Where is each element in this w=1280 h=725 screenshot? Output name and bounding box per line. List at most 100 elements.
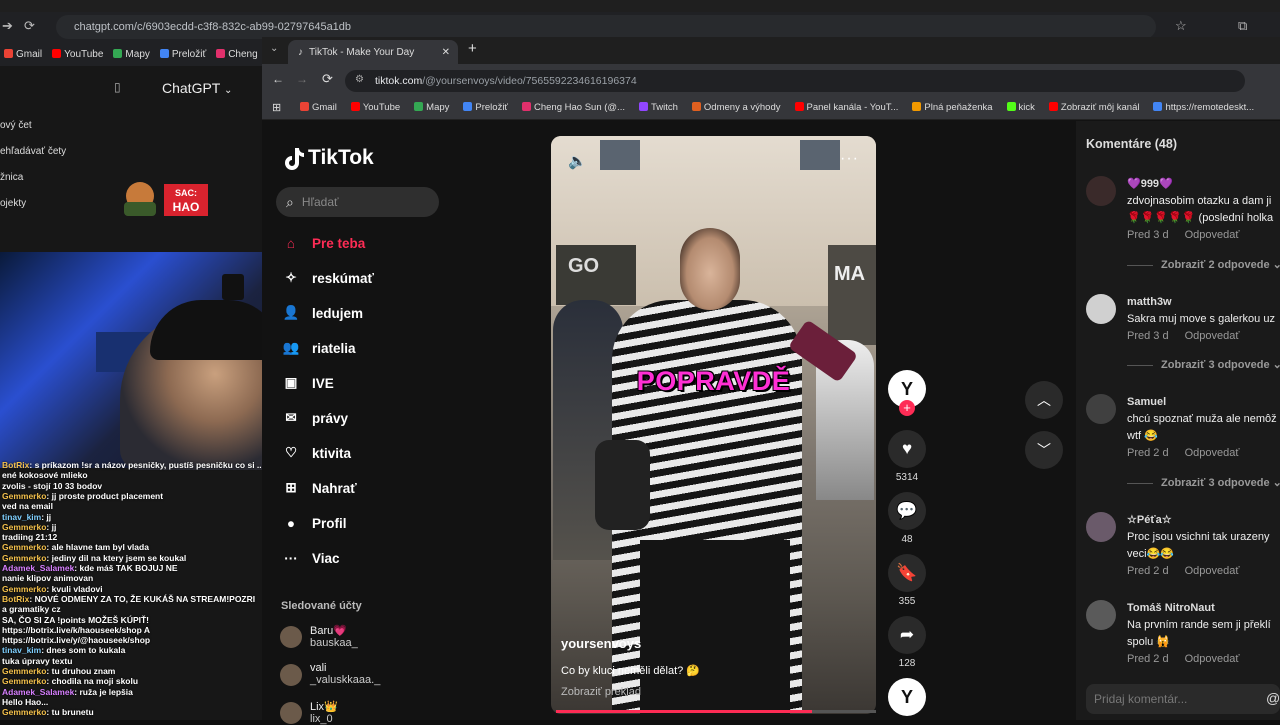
more-options-icon[interactable]: ··· bbox=[840, 150, 859, 168]
bookmark-gmail[interactable]: Gmail bbox=[4, 48, 42, 60]
bookmark-item[interactable]: Twitch bbox=[638, 102, 678, 113]
nav-item-messages[interactable]: ✉ právy bbox=[282, 409, 348, 427]
video-progress-bar[interactable] bbox=[556, 710, 876, 713]
tab-tiktok[interactable]: ♪ TikTok - Make Your Day ✕ bbox=[288, 40, 458, 64]
chatgpt-search-chats[interactable]: ehľadávať čety bbox=[0, 146, 66, 157]
mention-icon[interactable]: @ bbox=[1266, 690, 1280, 706]
previous-video-button[interactable]: ︿ bbox=[1025, 381, 1063, 419]
site-info-icon[interactable]: ⚙ bbox=[355, 74, 364, 85]
follow-plus-icon[interactable]: + bbox=[899, 400, 915, 416]
nav-item-following[interactable]: 👤 ledujem bbox=[282, 304, 363, 322]
chat-message: BotRix: NOVÉ ODMENY ZA TO, ŽE KUKÁŠ NA S… bbox=[2, 594, 255, 604]
comment-time: Pred 3 d bbox=[1127, 330, 1169, 342]
chatgpt-new-chat[interactable]: ový čet bbox=[0, 120, 32, 131]
nav-item-compass[interactable]: ✧ reskúmať bbox=[282, 269, 374, 287]
tiktok-search-input[interactable]: ⌕ Hľadať bbox=[276, 187, 439, 217]
comment-username[interactable]: 💜999💜 bbox=[1127, 176, 1280, 193]
close-tab-icon[interactable]: ✕ bbox=[442, 47, 450, 58]
bookmark-item[interactable]: Zobraziť môj kanál bbox=[1048, 102, 1139, 113]
nav-item-live[interactable]: ▣ IVE bbox=[282, 374, 334, 392]
chat-username: tinav_kim bbox=[2, 511, 42, 522]
back-icon[interactable]: ← bbox=[272, 72, 284, 86]
sidebar-toggle-icon[interactable]: ▯ bbox=[114, 80, 121, 94]
bookmark-item[interactable]: https://remotedeskt... bbox=[1153, 102, 1254, 113]
bookmark-item[interactable]: Panel kanála - YouT... bbox=[794, 102, 898, 113]
chat-message: Adamek_Salamek: kde máš TAK BOJUJ NE bbox=[2, 563, 178, 573]
comment-username[interactable]: matth3w bbox=[1127, 294, 1280, 311]
bookmark-item[interactable]: Gmail bbox=[300, 102, 337, 113]
chatgpt-projects[interactable]: ojekty bbox=[0, 198, 26, 209]
video-username[interactable]: yoursenvoys bbox=[561, 636, 641, 651]
new-tab-icon[interactable]: + bbox=[468, 40, 477, 57]
avatar[interactable] bbox=[1086, 176, 1116, 206]
inner-url-field[interactable]: ⚙ tiktok.com/@yoursenvoys/video/75655922… bbox=[345, 70, 1245, 92]
nav-item-friends[interactable]: 👥 riatelia bbox=[282, 339, 356, 357]
comment-button[interactable]: 💬 48 bbox=[888, 492, 926, 545]
avatar[interactable] bbox=[1086, 294, 1116, 324]
tiktok-logo[interactable]: TikTok bbox=[282, 146, 374, 170]
view-replies-link[interactable]: Zobraziť 3 odpovede ⌄ bbox=[1127, 358, 1280, 371]
bookmark-translate[interactable]: Preložiť bbox=[159, 48, 206, 60]
extensions-icon[interactable]: ⧉ bbox=[1238, 18, 1247, 34]
save-button[interactable]: 🔖 355 bbox=[888, 554, 926, 607]
reply-link[interactable]: Odpovedať bbox=[1185, 447, 1240, 459]
chat-username: Gemmerko bbox=[2, 521, 47, 532]
like-button[interactable]: ♥ 5314 bbox=[888, 430, 926, 483]
bookmark-item[interactable]: Plná peňaženka bbox=[912, 102, 993, 113]
bookmark-mapy[interactable]: Mapy bbox=[113, 48, 150, 60]
nav-item-more[interactable]: ··· Viac bbox=[282, 549, 339, 567]
bookmark-item[interactable]: Preložiť bbox=[463, 102, 508, 113]
chatgpt-library[interactable]: žnica bbox=[0, 172, 23, 183]
volume-icon[interactable]: 🔈 bbox=[568, 152, 587, 170]
reload-icon[interactable]: ⟳ bbox=[322, 71, 333, 87]
nav-item-upload[interactable]: ⊞ Nahrať bbox=[282, 479, 356, 497]
chatgpt-model-selector[interactable]: ChatGPT ⌄ bbox=[162, 80, 232, 96]
chevron-down-icon: ﹀ bbox=[1037, 442, 1051, 458]
tab-list-icon[interactable]: ⌄ bbox=[270, 43, 278, 54]
comment-username[interactable]: ☆Péťa☆ bbox=[1127, 512, 1280, 529]
view-replies-link[interactable]: Zobraziť 3 odpovede ⌄ bbox=[1127, 476, 1280, 489]
reply-link[interactable]: Odpovedať bbox=[1185, 653, 1240, 665]
bookmark-item[interactable]: YouTube bbox=[350, 102, 400, 113]
comment-username[interactable]: Tomáš NitroNaut bbox=[1127, 600, 1280, 617]
music-disc-avatar[interactable]: Y bbox=[888, 678, 926, 716]
search-icon: ⌕ bbox=[286, 193, 294, 210]
bookmark-youtube[interactable]: YouTube bbox=[52, 48, 103, 60]
reply-link[interactable]: Odpovedať bbox=[1185, 330, 1240, 342]
translate-link[interactable]: Zobraziť preklad bbox=[561, 686, 641, 698]
avatar[interactable] bbox=[1086, 512, 1116, 542]
bookmark-item[interactable]: Odmeny a výhody bbox=[691, 102, 781, 113]
star-icon[interactable]: ☆ bbox=[1175, 18, 1187, 34]
following-account[interactable]: vali _valuskkaaa._ bbox=[280, 662, 380, 686]
reply-link[interactable]: Odpovedať bbox=[1185, 565, 1240, 577]
nav-item-activity[interactable]: ♡ ktivita bbox=[282, 444, 351, 462]
bookmark-favicon-icon bbox=[1153, 102, 1163, 111]
chat-text: : kvuli vladovi bbox=[46, 583, 103, 594]
avatar[interactable] bbox=[1086, 394, 1116, 424]
nav-item-home[interactable]: ⌂ Pre teba bbox=[282, 234, 365, 252]
reply-link[interactable]: Odpovedať bbox=[1185, 229, 1240, 241]
forward-icon[interactable]: → bbox=[296, 72, 308, 86]
reload-icon[interactable]: ⟳ bbox=[24, 18, 35, 34]
bookmark-item[interactable]: kick bbox=[1006, 102, 1035, 113]
avatar[interactable] bbox=[1086, 600, 1116, 630]
bookmark-favicon-icon bbox=[463, 102, 473, 111]
comment-input[interactable]: Pridaj komentár... @ bbox=[1086, 684, 1280, 714]
bookmark-cheng[interactable]: Cheng bbox=[216, 48, 258, 60]
upload-icon: ⊞ bbox=[285, 480, 297, 495]
following-account[interactable]: Baru💗 bauskaa_ bbox=[280, 624, 358, 649]
apps-icon[interactable]: ⊞ bbox=[272, 101, 281, 114]
following-account[interactable]: Lix👑 lix_0 bbox=[280, 700, 338, 725]
tiktok-note-icon bbox=[285, 148, 304, 170]
share-button[interactable]: ➦ 128 bbox=[888, 616, 926, 669]
back-icon[interactable]: ➔ bbox=[2, 18, 13, 34]
bookmark-item[interactable]: Mapy bbox=[414, 102, 449, 113]
bookmark-item[interactable]: Cheng Hao Sun (@... bbox=[522, 102, 625, 113]
comment-username[interactable]: Samuel bbox=[1127, 394, 1280, 411]
comment-icon: 💬 bbox=[888, 492, 926, 530]
view-replies-link[interactable]: Zobraziť 2 odpovede ⌄ bbox=[1127, 258, 1280, 271]
following-icon: 👤 bbox=[282, 305, 300, 320]
outer-url-field[interactable]: chatgpt.com/c/6903ecdd-c3f8-832c-ab99-02… bbox=[56, 15, 1156, 39]
nav-item-profile[interactable]: ● Profil bbox=[282, 514, 347, 532]
next-video-button[interactable]: ﹀ bbox=[1025, 431, 1063, 469]
